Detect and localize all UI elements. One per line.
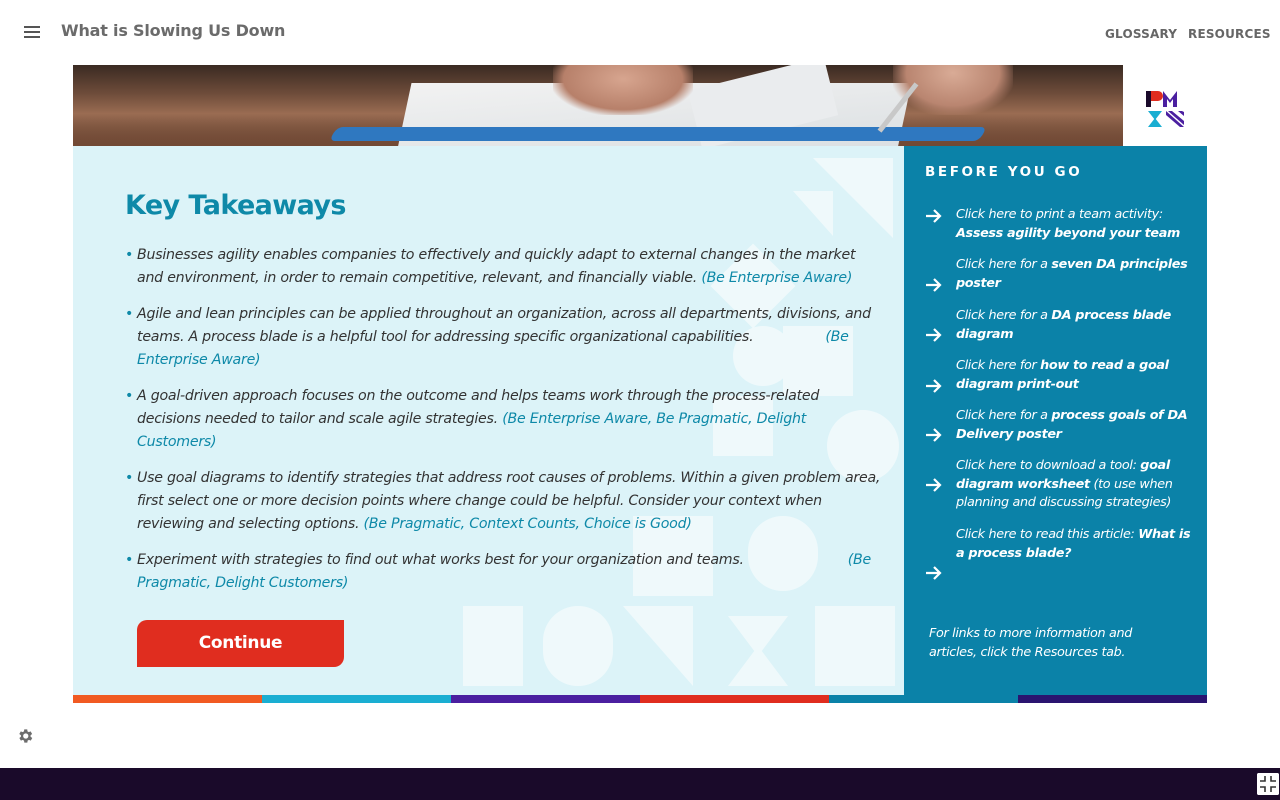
page-heading: Key Takeaways [125, 190, 346, 221]
hero-image [73, 65, 1123, 146]
arrow-right-icon [926, 566, 942, 580]
before-you-go-panel: BEFORE YOU GO Click here to print a team… [904, 146, 1207, 695]
resources-note: For links to more information and articl… [929, 626, 1132, 660]
arrow-right-icon [926, 478, 942, 492]
resource-link-process-blade-diagram[interactable]: Click here for a DA process blade diagra… [925, 307, 1195, 347]
resource-link-text: Click here to print a team activity: Ass… [956, 207, 1180, 241]
resource-link-goal-diagram-worksheet[interactable]: Click here to download a tool: goal diag… [925, 457, 1195, 515]
top-bar: What is Slowing Us Down GLOSSARY RESOURC… [0, 0, 1280, 62]
course-title: What is Slowing Us Down [61, 21, 286, 40]
color-strip-segment [73, 695, 262, 703]
resource-link-text: Click here to read this article: What is… [956, 527, 1191, 561]
takeaway-text: Experiment with strategies to find out w… [137, 552, 744, 568]
color-strip-segment [451, 695, 640, 703]
color-strip-segment [829, 695, 1018, 703]
takeaways-list: Businesses agility enables companies to … [125, 244, 885, 608]
nav-glossary-link[interactable]: GLOSSARY [1105, 27, 1177, 41]
takeaway-item: Experiment with strategies to find out w… [125, 549, 885, 595]
color-strip-segment [1018, 695, 1207, 703]
resource-link-principles-poster[interactable]: Click here for a seven DA principles pos… [925, 256, 1195, 296]
resource-link-text: Click here for a process goals of DA Del… [956, 408, 1188, 442]
exit-fullscreen-icon[interactable] [1257, 773, 1279, 795]
bottom-bar [0, 768, 1280, 800]
resource-link-process-blade-article[interactable]: Click here to read this article: What is… [925, 526, 1195, 586]
key-takeaways-panel: Key Takeaways Businesses agility enables… [73, 146, 904, 695]
principle-reference: (Be Pragmatic, Context Counts, Choice is… [363, 516, 692, 532]
takeaway-item: Agile and lean principles can be applied… [125, 303, 885, 372]
resource-link-text: Click here for a DA process blade diagra… [956, 308, 1171, 342]
resource-link-goal-diagram-printout[interactable]: Click here for how to read a goal diagra… [925, 357, 1195, 397]
arrow-right-icon [926, 209, 942, 223]
arrow-right-icon [926, 428, 942, 442]
resource-link-text: Click here for a seven DA principles pos… [956, 257, 1188, 291]
app-window: What is Slowing Us Down GLOSSARY RESOURC… [0, 0, 1280, 800]
arrow-right-icon [926, 379, 942, 393]
resource-link-text: Click here for how to read a goal diagra… [956, 358, 1169, 392]
resource-link-process-goals-poster[interactable]: Click here for a process goals of DA Del… [925, 407, 1195, 447]
sidebar-heading: BEFORE YOU GO [925, 164, 1083, 180]
principle-reference: (Be Enterprise Aware) [701, 270, 853, 286]
color-strip [73, 695, 1207, 703]
takeaway-item: A goal-driven approach focuses on the ou… [125, 385, 885, 454]
color-strip-segment [262, 695, 451, 703]
hamburger-menu-icon[interactable] [22, 24, 44, 40]
takeaway-item: Use goal diagrams to identify strategies… [125, 467, 885, 536]
arrow-right-icon [926, 328, 942, 342]
resource-link-team-activity[interactable]: Click here to print a team activity: Ass… [925, 206, 1195, 246]
takeaway-item: Businesses agility enables companies to … [125, 244, 885, 290]
continue-button[interactable]: Continue [137, 620, 344, 667]
color-strip-segment [640, 695, 829, 703]
arrow-right-icon [926, 278, 942, 292]
nav-resources-link[interactable]: RESOURCES [1188, 27, 1271, 41]
resource-link-text: Click here to download a tool: goal diag… [956, 458, 1173, 510]
takeaway-text: Agile and lean principles can be applied… [137, 306, 871, 345]
pmi-logo [1146, 91, 1184, 127]
gear-icon[interactable] [16, 727, 34, 745]
